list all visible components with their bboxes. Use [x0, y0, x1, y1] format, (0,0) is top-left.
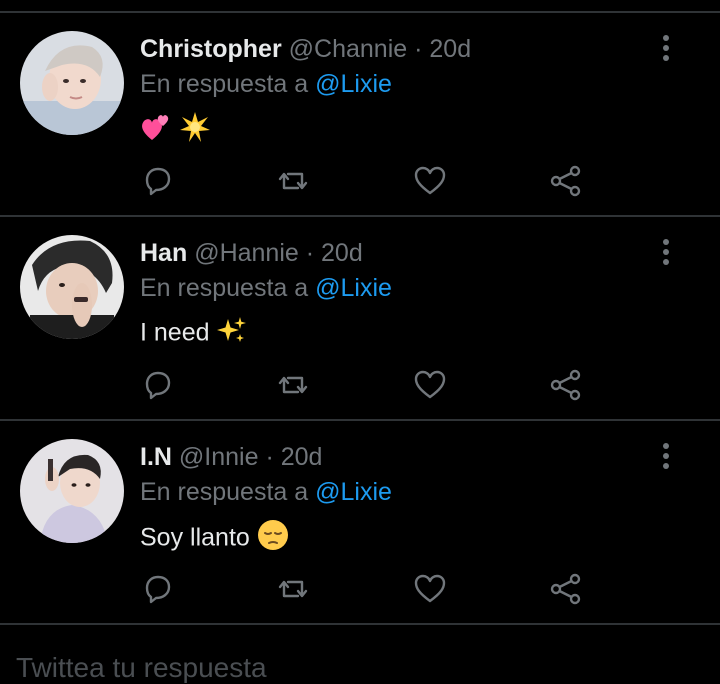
tweet-text: Soy llanto [140, 519, 289, 559]
more-options-icon[interactable] [655, 34, 677, 64]
two-hearts-icon [140, 112, 172, 150]
reply-icon[interactable] [141, 368, 175, 402]
tweet-text-body: I need [140, 318, 210, 347]
timestamp[interactable]: 20d [281, 443, 323, 471]
tweet-text-body: Soy llanto [140, 523, 250, 552]
avatar[interactable] [20, 439, 124, 543]
like-icon[interactable] [413, 572, 447, 606]
separator: · [305, 239, 315, 267]
share-icon[interactable] [549, 572, 583, 606]
tweet-text [140, 111, 211, 151]
tweet-text: I need [140, 315, 247, 353]
tweet-divider [0, 215, 720, 217]
timestamp[interactable]: 20d [321, 239, 363, 267]
reply-compose-input[interactable]: Twittea tu respuesta [16, 652, 267, 684]
reply-prefix: En respuesta a [140, 478, 309, 506]
tweet-header: Han @Hannie · 20d [140, 238, 363, 268]
reply-tweet[interactable]: Han @Hannie · 20d En respuesta a @Lixie … [0, 218, 720, 421]
user-handle[interactable]: @Channie [289, 35, 408, 63]
tweet-divider [0, 419, 720, 421]
tweet-divider [0, 623, 720, 625]
sparkle-star-icon [179, 111, 211, 151]
avatar[interactable] [20, 235, 124, 339]
user-handle[interactable]: @Hannie [194, 239, 299, 267]
reply-context: En respuesta a @Lixie [140, 273, 392, 303]
reply-icon[interactable] [141, 164, 175, 198]
retweet-icon[interactable] [276, 164, 310, 198]
share-icon[interactable] [549, 164, 583, 198]
tweet-header: I.N @Innie · 20d [140, 442, 322, 472]
reply-icon[interactable] [141, 572, 175, 606]
top-divider [0, 11, 720, 13]
reply-tweet[interactable]: Christopher @Channie · 20d En respuesta … [0, 14, 720, 217]
separator: · [414, 35, 423, 63]
avatar[interactable] [20, 31, 124, 135]
more-options-icon[interactable] [655, 442, 677, 472]
retweet-icon[interactable] [276, 368, 310, 402]
like-icon[interactable] [413, 368, 447, 402]
display-name[interactable]: Han [140, 239, 187, 267]
like-icon[interactable] [413, 164, 447, 198]
reply-prefix: En respuesta a [140, 274, 309, 302]
user-handle[interactable]: @Innie [179, 443, 259, 471]
retweet-icon[interactable] [276, 572, 310, 606]
reply-prefix: En respuesta a [140, 70, 309, 98]
sparkles-icon [216, 315, 247, 353]
reply-mention-link[interactable]: @Lixie [315, 70, 392, 98]
reply-tweet[interactable]: I.N @Innie · 20d En respuesta a @Lixie S… [0, 422, 720, 625]
reply-mention-link[interactable]: @Lixie [315, 274, 392, 302]
separator: · [265, 443, 274, 471]
display-name[interactable]: Christopher [140, 35, 282, 63]
pensive-face-icon [257, 519, 289, 559]
share-icon[interactable] [549, 368, 583, 402]
tweet-header: Christopher @Channie · 20d [140, 34, 471, 64]
timestamp[interactable]: 20d [429, 35, 471, 63]
display-name[interactable]: I.N [140, 443, 172, 471]
more-options-icon[interactable] [655, 238, 677, 268]
reply-context: En respuesta a @Lixie [140, 477, 392, 507]
reply-mention-link[interactable]: @Lixie [315, 478, 392, 506]
reply-context: En respuesta a @Lixie [140, 69, 392, 99]
